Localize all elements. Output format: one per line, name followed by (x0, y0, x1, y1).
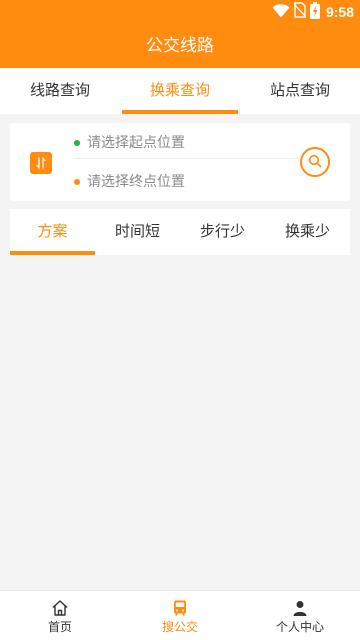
no-sim-icon (293, 2, 307, 22)
battery-icon (309, 1, 320, 23)
start-location-input[interactable] (87, 134, 287, 151)
home-icon (51, 599, 69, 617)
nav-profile[interactable]: 个人中心 (240, 591, 360, 640)
tab-fewest-transfers[interactable]: 换乘少 (265, 209, 350, 255)
app-header: 9:58 公交线路 (0, 0, 360, 68)
transfer-search-card (10, 123, 350, 201)
main-tab-bar: 线路查询 换乘查询 站点查询 (0, 68, 360, 114)
tab-shortest-time[interactable]: 时间短 (95, 209, 180, 255)
wifi-icon (272, 3, 290, 22)
nav-search-bus-label: 搜公交 (161, 620, 198, 634)
bottom-navigation: 首页 搜公交 个人中心 (0, 590, 360, 640)
nav-profile-label: 个人中心 (275, 620, 324, 634)
tab-station-query[interactable]: 站点查询 (240, 68, 360, 114)
tab-transfer-query[interactable]: 换乘查询 (120, 68, 240, 114)
tab-plan[interactable]: 方案 (10, 209, 95, 255)
status-time: 9:58 (325, 4, 354, 20)
plan-tab-bar: 方案 时间短 步行少 换乘少 (10, 209, 350, 255)
swap-icon (35, 154, 47, 173)
swap-button[interactable] (30, 152, 52, 174)
end-location-field[interactable] (74, 166, 298, 198)
nav-search-bus[interactable]: 搜公交 (120, 591, 240, 640)
tab-route-query[interactable]: 线路查询 (0, 68, 120, 114)
start-location-field[interactable] (74, 127, 298, 159)
end-dot (74, 179, 80, 185)
search-icon (308, 153, 322, 172)
person-icon (291, 599, 309, 617)
nav-home-label: 首页 (47, 620, 72, 634)
nav-home[interactable]: 首页 (0, 591, 120, 640)
end-location-input[interactable] (87, 174, 287, 190)
status-icons: 9:58 (272, 1, 354, 23)
bus-icon (171, 599, 189, 617)
search-button[interactable] (300, 147, 330, 177)
tab-least-walking[interactable]: 步行少 (180, 209, 265, 255)
page-title: 公交线路 (146, 36, 214, 56)
status-bar: 9:58 (0, 0, 360, 24)
start-dot (74, 139, 80, 146)
